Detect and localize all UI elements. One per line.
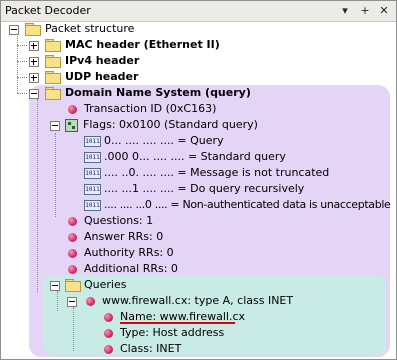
field-bullet-icon xyxy=(86,297,95,306)
flag-bit-label: .... ..0. .... .... = Message is not tru… xyxy=(104,166,330,179)
flags-icon xyxy=(65,119,78,132)
bits-icon: 1011 xyxy=(84,200,101,211)
bits-icon: 1011 xyxy=(84,168,101,179)
tree-item-query-entry[interactable]: www.firewall.cx: type A, class INET xyxy=(1,293,396,309)
tree-item-ipv4[interactable]: IPv4 header xyxy=(1,53,396,69)
folder-icon xyxy=(45,71,61,84)
flag-bit-label: .... .... ...0 .... = Non-authenticated … xyxy=(104,198,391,211)
close-icon[interactable]: ✕ xyxy=(378,4,390,17)
title-bar: Packet Decoder ▾ + ✕ xyxy=(1,1,396,22)
transaction-id-label: Transaction ID (0xC163) xyxy=(84,102,217,115)
flag-bit-row[interactable]: 1011 .... .... ...0 .... = Non-authentic… xyxy=(1,197,396,213)
queries-label: Queries xyxy=(84,278,127,291)
field-bullet-icon xyxy=(68,249,77,258)
collapse-icon[interactable] xyxy=(9,25,19,35)
query-class-label: Class: INET xyxy=(120,342,182,355)
tree-item-dns[interactable]: Domain Name System (query) xyxy=(1,85,396,101)
folder-open-icon xyxy=(25,23,41,36)
field-bullet-icon xyxy=(104,345,113,354)
root-label: Packet structure xyxy=(45,22,135,35)
tree-item-class[interactable]: Class: INET xyxy=(1,341,396,357)
packet-tree: Packet structure MAC header (Ethernet II… xyxy=(1,21,396,359)
tree-item-authority-rrs[interactable]: Authority RRs: 0 xyxy=(1,245,396,261)
collapse-icon[interactable] xyxy=(29,89,39,99)
tree-item-transaction-id[interactable]: Transaction ID (0xC163) xyxy=(1,101,396,117)
flag-bit-row[interactable]: 1011 .000 0... .... .... = Standard quer… xyxy=(1,149,396,165)
answer-rrs-label: Answer RRs: 0 xyxy=(84,230,164,243)
tree-item-type[interactable]: Type: Host address xyxy=(1,325,396,341)
field-bullet-icon xyxy=(104,329,113,338)
field-bullet-icon xyxy=(104,313,113,322)
tree-item-mac[interactable]: MAC header (Ethernet II) xyxy=(1,37,396,53)
bits-icon: 1011 xyxy=(84,136,101,147)
flag-bit-row[interactable]: 1011 0... .... .... .... = Query xyxy=(1,133,396,149)
collapse-icon[interactable] xyxy=(67,297,77,307)
tree-item-udp[interactable]: UDP header xyxy=(1,69,396,85)
folder-icon xyxy=(45,55,61,68)
expand-icon[interactable] xyxy=(29,57,39,67)
expand-icon[interactable] xyxy=(29,41,39,51)
tree-item-flags[interactable]: Flags: 0x0100 (Standard query) xyxy=(1,117,396,133)
flag-bit-label: .000 0... .... .... = Standard query xyxy=(104,150,286,163)
field-bullet-icon xyxy=(68,217,77,226)
field-bullet-icon xyxy=(68,265,77,274)
bits-icon: 1011 xyxy=(84,152,101,163)
tree-item-answer-rrs[interactable]: Answer RRs: 0 xyxy=(1,229,396,245)
dns-label: Domain Name System (query) xyxy=(65,86,251,99)
udp-header-label: UDP header xyxy=(65,70,139,83)
flag-bit-label: .... ...1 .... .... = Do query recursive… xyxy=(104,182,305,195)
query-type-label: Type: Host address xyxy=(120,326,225,339)
query-entry-label: www.firewall.cx: type A, class INET xyxy=(102,294,294,307)
name-underline xyxy=(120,322,235,324)
additional-rrs-label: Additional RRs: 0 xyxy=(84,262,178,275)
expand-icon[interactable] xyxy=(29,73,39,83)
pin-icon[interactable]: + xyxy=(359,4,371,17)
tree-item-queries[interactable]: Queries xyxy=(1,277,396,293)
window-title: Packet Decoder xyxy=(5,4,91,17)
mac-header-label: MAC header (Ethernet II) xyxy=(65,38,220,51)
tree-item-questions[interactable]: Questions: 1 xyxy=(1,213,396,229)
ipv4-header-label: IPv4 header xyxy=(65,54,140,67)
flag-bit-row[interactable]: 1011 .... ...1 .... .... = Do query recu… xyxy=(1,181,396,197)
packet-decoder-panel: Packet Decoder ▾ + ✕ Packet structure MA… xyxy=(0,0,397,360)
tree-item-additional-rrs[interactable]: Additional RRs: 0 xyxy=(1,261,396,277)
collapse-icon[interactable] xyxy=(50,281,60,291)
folder-open-icon xyxy=(45,87,61,100)
flag-bit-row[interactable]: 1011 .... ..0. .... .... = Message is no… xyxy=(1,165,396,181)
tree-root[interactable]: Packet structure xyxy=(1,21,396,37)
questions-label: Questions: 1 xyxy=(84,214,154,227)
flags-label: Flags: 0x0100 (Standard query) xyxy=(83,118,258,131)
flag-bit-label: 0... .... .... .... = Query xyxy=(104,134,224,147)
field-bullet-icon xyxy=(68,233,77,242)
bits-icon: 1011 xyxy=(84,184,101,195)
field-bullet-icon xyxy=(68,105,77,114)
dropdown-icon[interactable]: ▾ xyxy=(339,4,351,17)
authority-rrs-label: Authority RRs: 0 xyxy=(84,246,174,259)
folder-open-icon xyxy=(65,279,81,292)
folder-icon xyxy=(45,39,61,52)
collapse-icon[interactable] xyxy=(50,121,60,131)
